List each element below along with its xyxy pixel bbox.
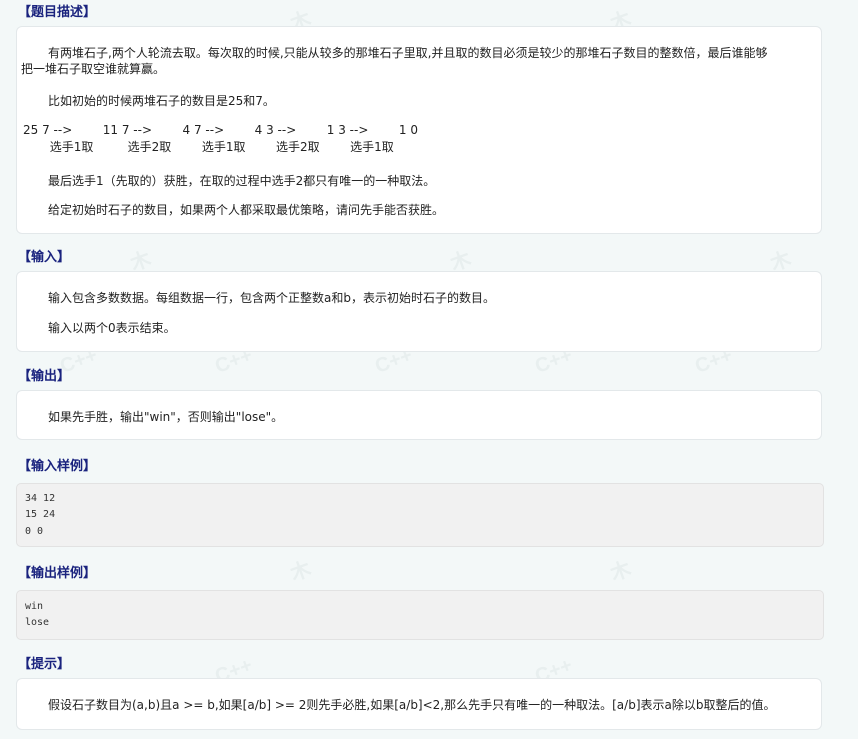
input-box: 输入包含多数数据。每组数据一行，包含两个正整数a和b，表示初始时石子的数目。 输…	[16, 271, 822, 352]
hint-box: 假设石子数目为(a,b)且a >= b,如果[a/b] >= 2则先手必胜,如果…	[16, 678, 822, 730]
section-title-output: 【输出】	[18, 369, 71, 384]
description-result: 最后选手1（先取的）获胜，在取的过程中选手2都只有唯一的一种取法。	[48, 174, 436, 188]
section-title-input: 【输入】	[18, 250, 71, 265]
sample-output-code[interactable]: win lose	[16, 590, 824, 640]
description-example-intro: 比如初始的时候两堆石子的数目是25和7。	[48, 94, 275, 108]
input-termination: 输入以两个0表示结束。	[48, 321, 176, 335]
description-paragraph: 有两堆石子,两个人轮流去取。每次取的时候,只能从较多的那堆石子里取,并且取的数目…	[48, 46, 768, 60]
section-title-description: 【题目描述】	[18, 5, 97, 20]
code-line: 15 24	[25, 509, 56, 520]
section-title-sample-input: 【输入样例】	[18, 459, 97, 474]
section-title-hint: 【提示】	[18, 657, 71, 672]
output-description: 如果先手胜，输出"win"，否则输出"lose"。	[48, 410, 284, 424]
example-player-line: 选手1取 选手2取 选手1取 选手2取 选手1取	[23, 140, 394, 154]
watermark-glyph: 木	[287, 558, 315, 586]
hint-text: 假设石子数目为(a,b)且a >= b,如果[a/b] >= 2则先手必胜,如果…	[48, 698, 776, 712]
problem-page: C++ C++ C++ C++ C++ C++ C++ C++ C++ C++ …	[0, 0, 858, 739]
description-question: 给定初始时石子的数目，如果两个人都采取最优策略，请问先手能否获胜。	[48, 203, 445, 217]
code-line: lose	[25, 617, 50, 628]
code-line: 34 12	[25, 493, 56, 504]
sample-input-code[interactable]: 34 12 15 24 0 0	[16, 483, 824, 547]
example-steps-line: 25 7 --> 11 7 --> 4 7 --> 4 3 --> 1 3 --…	[23, 123, 418, 137]
code-line: win	[25, 601, 44, 612]
description-paragraph-continued: 把一堆石子取空谁就算赢。	[21, 62, 166, 76]
watermark-glyph: 木	[607, 558, 635, 586]
code-line: 0 0	[25, 526, 44, 537]
input-description: 输入包含多数数据。每组数据一行，包含两个正整数a和b，表示初始时石子的数目。	[48, 291, 495, 305]
description-box: 有两堆石子,两个人轮流去取。每次取的时候,只能从较多的那堆石子里取,并且取的数目…	[16, 26, 822, 234]
section-title-sample-output: 【输出样例】	[18, 566, 97, 581]
output-box: 如果先手胜，输出"win"，否则输出"lose"。	[16, 390, 822, 440]
